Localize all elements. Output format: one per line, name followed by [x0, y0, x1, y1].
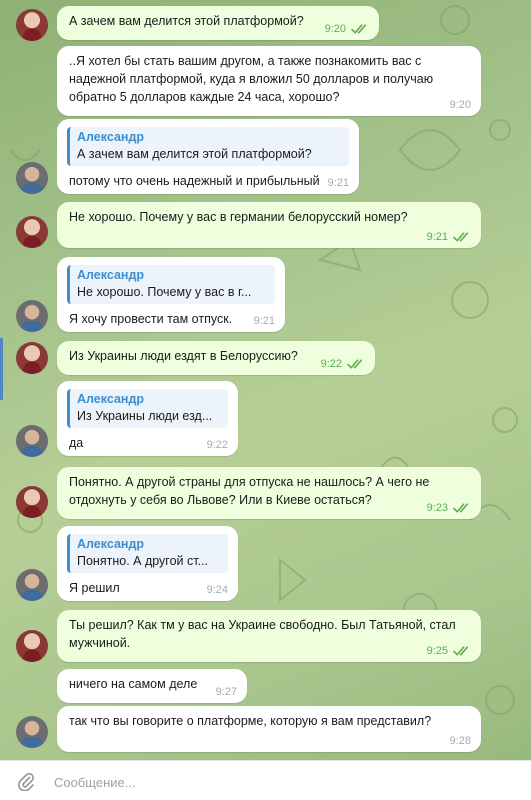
outgoing-message[interactable]: Не хорошо. Почему у вас в германии белор…: [57, 202, 481, 248]
outgoing-message[interactable]: А зачем вам делится этой платформой? 9:20: [57, 6, 379, 40]
message-time: 9:22: [206, 439, 228, 451]
message-text: Я решил: [69, 581, 120, 595]
chat-background: А зачем вам делится этой платформой? 9:20…: [0, 0, 531, 760]
message-time: 9:22: [320, 358, 342, 370]
incoming-message[interactable]: Александр Из Украины люди езд... да 9:22: [57, 381, 238, 456]
message-time: 9:20: [324, 23, 346, 35]
reply-quote[interactable]: Александр Не хорошо. Почему у вас в г...: [67, 265, 275, 304]
message-time: 9:20: [449, 99, 471, 111]
incoming-message[interactable]: ничего на самом деле 9:27: [57, 669, 247, 703]
avatar-self[interactable]: [16, 486, 48, 518]
message-text: Я хочу провести там отпуск.: [69, 312, 233, 326]
message-text: да: [69, 436, 84, 450]
reply-author: Александр: [77, 268, 145, 282]
reply-author: Александр: [77, 537, 145, 551]
outgoing-message[interactable]: Из Украины люди ездят в Белоруссию? 9:22: [57, 341, 375, 375]
reply-author: Александр: [77, 392, 145, 406]
paperclip-icon[interactable]: [16, 771, 36, 791]
message-time: 9:24: [206, 584, 228, 596]
message-text: ..Я хотел бы стать вашим другом, а также…: [69, 54, 434, 104]
read-check-icon: [453, 232, 469, 242]
read-check-icon: [351, 24, 367, 34]
scroll-indicator: [0, 338, 3, 400]
message-text: ничего на самом деле: [69, 677, 198, 691]
reply-text: Понятно. А другой ст...: [77, 554, 208, 568]
avatar-contact[interactable]: [16, 569, 48, 601]
message-input[interactable]: [52, 769, 516, 795]
avatar-contact[interactable]: [16, 300, 48, 332]
incoming-message[interactable]: так что вы говорите о платформе, которую…: [57, 706, 481, 752]
read-check-icon: [453, 646, 469, 656]
reply-text: Не хорошо. Почему у вас в г...: [77, 285, 252, 299]
message-time: 9:23: [426, 502, 448, 514]
reply-quote[interactable]: Александр Понятно. А другой ст...: [67, 534, 228, 573]
reply-quote[interactable]: Александр Из Украины люди езд...: [67, 389, 228, 428]
reply-text: Из Украины люди езд...: [77, 409, 213, 423]
message-text: Не хорошо. Почему у вас в германии белор…: [69, 210, 408, 224]
message-time: 9:28: [449, 735, 471, 747]
avatar-contact[interactable]: [16, 162, 48, 194]
incoming-message[interactable]: Александр Понятно. А другой ст... Я решил 9…: [57, 526, 238, 601]
incoming-message[interactable]: Александр А зачем вам делится этой платфо…: [57, 119, 359, 194]
avatar-contact[interactable]: [16, 716, 48, 748]
outgoing-message[interactable]: Ты решил? Как тм у вас на Украине свобод…: [57, 610, 481, 662]
avatar-self[interactable]: [16, 9, 48, 41]
message-time: 9:25: [426, 645, 448, 657]
incoming-message[interactable]: Александр Не хорошо. Почему у вас в г... Я…: [57, 257, 285, 332]
message-text: Понятно. А другой страны для отпуска не …: [69, 475, 430, 507]
message-time: 9:27: [215, 686, 237, 698]
avatar-self[interactable]: [16, 216, 48, 248]
read-check-icon: [347, 359, 363, 369]
message-text: потому что очень надежный и прибыльный: [69, 174, 320, 188]
avatar-self[interactable]: [16, 342, 48, 374]
reply-quote[interactable]: Александр А зачем вам делится этой платфо…: [67, 127, 349, 166]
reply-text: А зачем вам делится этой платформой?: [77, 147, 312, 161]
message-time: 9:21: [253, 315, 275, 327]
avatar-contact[interactable]: [16, 425, 48, 457]
read-check-icon: [453, 503, 469, 513]
message-time: 9:21: [327, 177, 349, 189]
incoming-message[interactable]: ..Я хотел бы стать вашим другом, а также…: [57, 46, 481, 116]
composer-bar: [0, 760, 531, 800]
message-text: так что вы говорите о платформе, которую…: [69, 714, 432, 728]
message-time: 9:21: [426, 231, 448, 243]
outgoing-message[interactable]: Понятно. А другой страны для отпуска не …: [57, 467, 481, 519]
avatar-self[interactable]: [16, 630, 48, 662]
message-text: Ты решил? Как тм у вас на Украине свобод…: [69, 618, 456, 650]
reply-author: Александр: [77, 130, 145, 144]
